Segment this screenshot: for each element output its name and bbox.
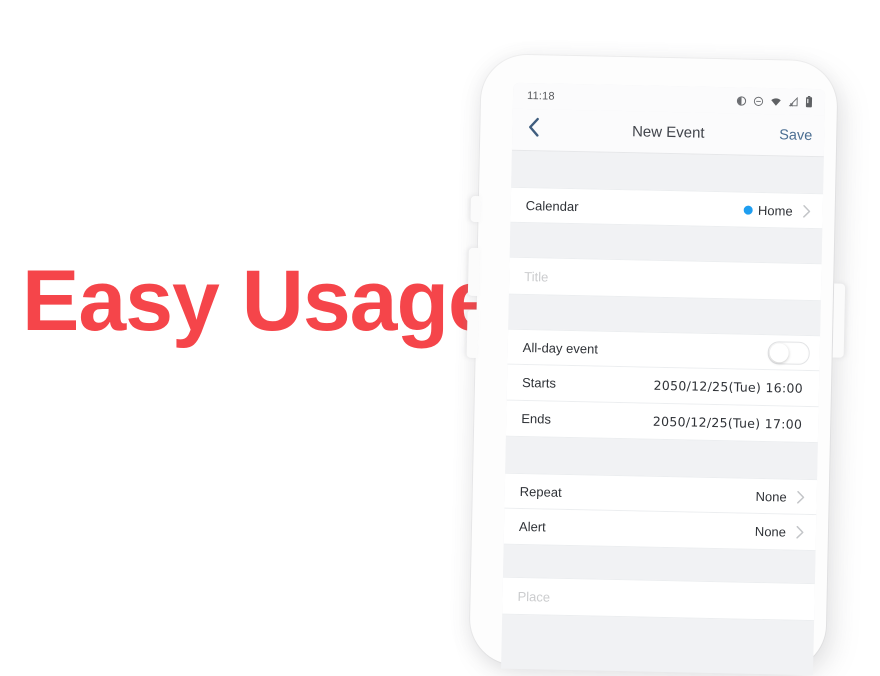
row-ends-label: Ends: [521, 411, 551, 427]
phone-power-button[interactable]: [833, 283, 846, 357]
row-ends-value: 2050/12/25(Tue) 17:00: [653, 414, 809, 432]
row-all-day-label: All-day event: [523, 339, 598, 356]
headline-easy-usage: Easy Usage: [22, 258, 495, 344]
save-button[interactable]: Save: [779, 127, 812, 144]
back-button[interactable]: [512, 108, 555, 151]
row-starts-label: Starts: [522, 375, 556, 391]
phone-screen: 11:18: [501, 83, 825, 675]
place-input-placeholder: Place: [517, 588, 550, 604]
row-repeat-value: None: [755, 488, 786, 504]
phone-mockup: 11:18: [457, 48, 870, 676]
title-input[interactable]: Title: [509, 257, 822, 302]
wifi-icon: [770, 96, 782, 107]
page-title: New Event: [512, 121, 824, 145]
row-calendar-value-group: Home: [744, 202, 813, 218]
row-alert-label: Alert: [519, 519, 546, 535]
battery-icon: [805, 96, 813, 108]
phone-volume-down-button[interactable]: [467, 310, 479, 358]
brightness-icon: [736, 95, 747, 106]
chevron-right-icon: [801, 204, 813, 217]
status-bar-clock: 11:18: [527, 90, 555, 103]
phone-silent-switch[interactable]: [470, 196, 481, 222]
phone-volume-up-button[interactable]: [468, 248, 480, 296]
chevron-right-icon: [794, 526, 806, 539]
place-input[interactable]: Place: [502, 577, 815, 622]
row-repeat-value-group: None: [755, 488, 806, 504]
toggle-knob: [770, 343, 789, 362]
row-alert-value: None: [755, 524, 786, 540]
navigation-bar: New Event Save: [512, 109, 825, 158]
row-repeat-label: Repeat: [520, 483, 562, 499]
row-alert-value-group: None: [755, 524, 806, 540]
chevron-right-icon: [795, 490, 807, 503]
row-calendar-value: Home: [758, 202, 793, 218]
calendar-color-dot: [744, 205, 753, 214]
row-calendar-label: Calendar: [526, 198, 579, 214]
title-input-placeholder: Title: [524, 268, 548, 284]
cellular-no-signal-icon: [788, 96, 799, 107]
do-not-disturb-icon: [753, 95, 764, 106]
chevron-left-icon: [527, 117, 541, 142]
status-bar-icons: [736, 94, 813, 108]
all-day-toggle[interactable]: [767, 341, 809, 365]
row-starts-value: 2050/12/25(Tue) 16:00: [653, 378, 809, 396]
